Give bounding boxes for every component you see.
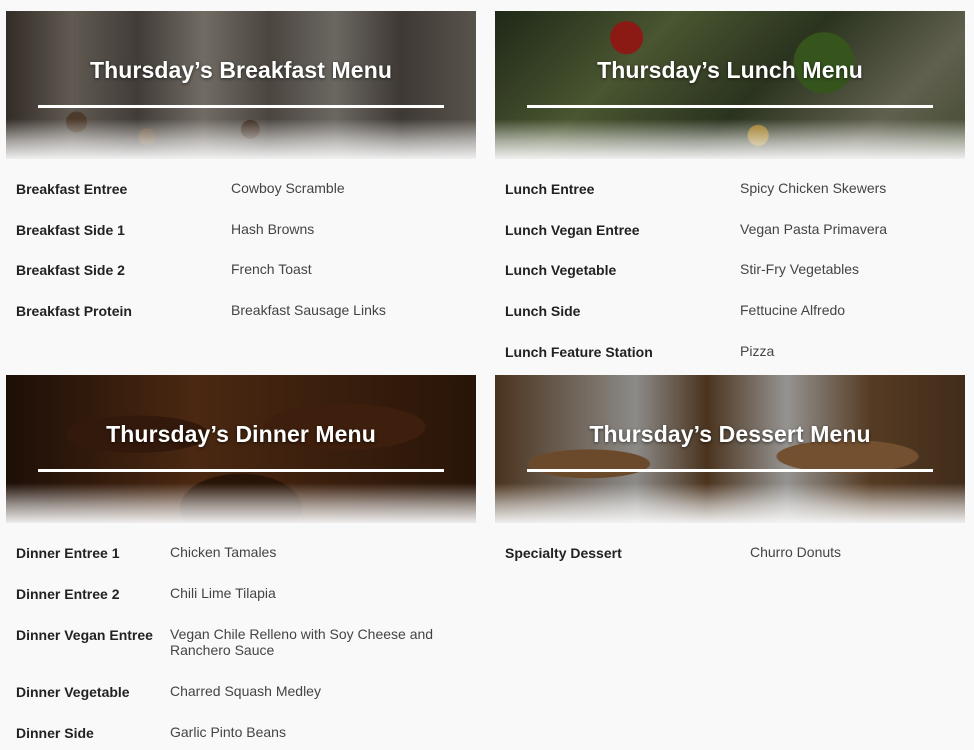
menu-item-value: French Toast	[231, 261, 312, 277]
dinner-menu-title: Thursday’s Dinner Menu	[106, 421, 376, 447]
menu-item-label: Breakfast Side 2	[16, 262, 125, 278]
dessert-menu-title: Thursday’s Dessert Menu	[589, 421, 871, 447]
menu-item-value: Churro Donuts	[750, 544, 842, 560]
menu-item-value: Cowboy Scramble	[231, 180, 345, 196]
menu-item-label: Lunch Side	[505, 303, 581, 319]
menu-item-value: Breakfast Sausage Links	[231, 302, 386, 318]
menu-item-label: Specialty Dessert	[505, 545, 622, 561]
lunch-menu-card: Thursday’s Lunch Menu Lunch Entree Spicy…	[495, 11, 965, 360]
menu-item-value: Pizza	[740, 343, 775, 359]
menu-item-label: Dinner Vegetable	[16, 684, 130, 700]
menu-item-label: Lunch Vegetable	[505, 262, 617, 278]
menu-item-value: Spicy Chicken Skewers	[740, 180, 887, 196]
dinner-banner: Thursday’s Dinner Menu	[6, 375, 476, 523]
dessert-menu-card: Thursday’s Dessert Menu Specialty Desser…	[495, 375, 965, 561]
title-underline	[38, 469, 444, 472]
menu-item-value: Charred Squash Medley	[170, 683, 321, 699]
menu-item-value: Vegan Chile Relleno with Soy Cheese and …	[170, 626, 434, 658]
menu-item-label: Breakfast Side 1	[16, 222, 125, 238]
menu-item-value: Chicken Tamales	[170, 544, 277, 560]
title-underline	[38, 105, 444, 108]
lunch-banner: Thursday’s Lunch Menu	[495, 11, 965, 159]
menu-item-label: Breakfast Entree	[16, 181, 128, 197]
title-underline	[527, 105, 933, 108]
menu-item-label: Dinner Side	[16, 725, 94, 741]
breakfast-banner: Thursday’s Breakfast Menu	[6, 11, 476, 159]
menu-item-label: Lunch Feature Station	[505, 344, 653, 360]
menu-item-label: Lunch Entree	[505, 181, 595, 197]
menu-item-value: Hash Browns	[231, 221, 315, 237]
menu-item-value: Chili Lime Tilapia	[170, 585, 276, 601]
menu-item-value: Fettucine Alfredo	[740, 302, 846, 318]
breakfast-menu-title: Thursday’s Breakfast Menu	[89, 57, 393, 83]
dessert-banner: Thursday’s Dessert Menu	[495, 375, 965, 523]
menu-item-value: Garlic Pinto Beans	[170, 724, 286, 740]
menu-item-value: Stir-Fry Vegetables	[740, 261, 860, 277]
lunch-menu-title: Thursday’s Lunch Menu	[597, 57, 863, 83]
title-underline	[527, 469, 933, 472]
menu-item-label: Breakfast Protein	[16, 303, 132, 319]
menu-item-label: Dinner Entree 1	[16, 545, 120, 561]
menu-item-label: Dinner Vegan Entree	[16, 627, 153, 643]
menu-item-label: Lunch Vegan Entree	[505, 222, 640, 238]
menu-item-label: Dinner Entree 2	[16, 586, 120, 602]
dinner-menu-card: Thursday’s Dinner Menu Dinner Entree 1 C…	[6, 375, 476, 741]
breakfast-menu-card: Thursday’s Breakfast Menu Breakfast Entr…	[6, 11, 476, 319]
menu-item-value: Vegan Pasta Primavera	[740, 221, 888, 237]
